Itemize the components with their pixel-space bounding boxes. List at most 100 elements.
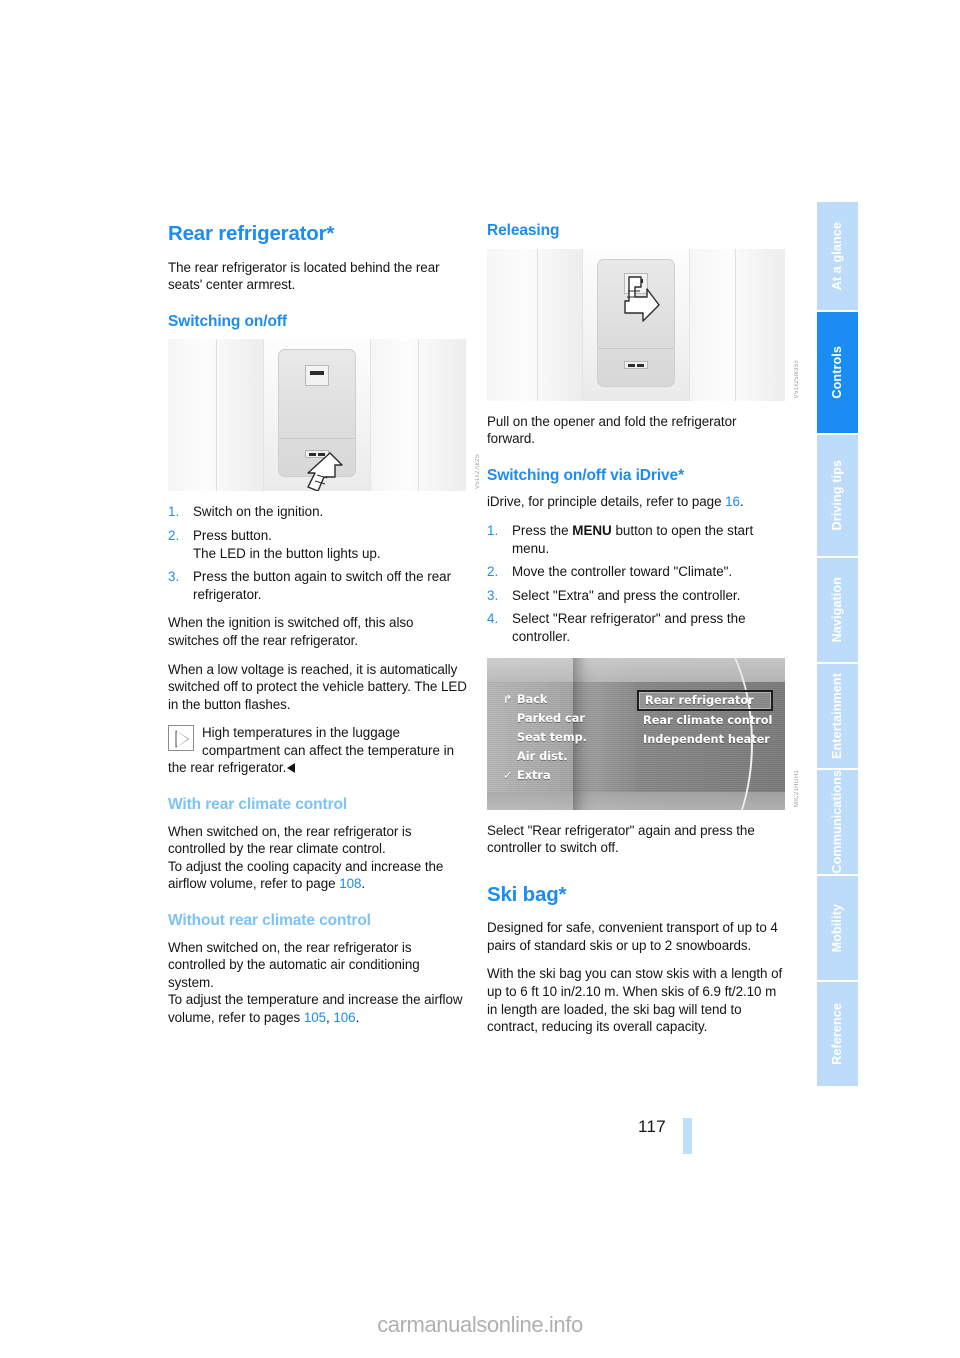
page-reference-105[interactable]: 105 [304,1010,326,1025]
text-fragment: iDrive, for principle details, refer to … [487,494,726,510]
page-reference-16[interactable]: 16 [725,494,740,509]
heading-without-rear-climate-control: Without rear climate control [168,912,371,930]
step-number: 3. [487,587,499,603]
step-number: 1. [168,504,180,520]
sidebar-item-navigation[interactable]: Navigation [817,558,858,662]
list-item: 2. Move the controller toward "Climate". [487,563,787,581]
downward-pull-arrow-icon [624,275,660,322]
menu-item-rear-refrigerator[interactable]: Rear refrigerator [637,689,773,711]
page-reference-106[interactable]: 106 [333,1010,355,1025]
thumb-label: Communications [830,770,844,874]
thumb-label: Reference [830,1003,844,1065]
upward-action-arrow-icon [307,452,343,492]
list-item: 4. Select "Rear refrigerator" and press t… [487,610,787,645]
menu-item-independent-heater[interactable]: Independent heater [639,730,779,749]
page-title: Rear refrigerator* [168,222,335,245]
menu-item-label: Extra [517,768,551,782]
seat-release-illustration [487,248,785,401]
menu-item-label: Parked car [517,711,585,725]
menu-item-label: Rear refrigerator [645,693,754,707]
step-number: 3. [168,569,180,585]
site-watermark: carmanualsonline.info [377,1312,583,1337]
note-end-marker [287,763,296,774]
idrive-bottom-bar [487,791,785,810]
figure-releasing: V51x25ik3Sx [487,248,800,401]
menu-item-label: Rear climate control [643,713,773,727]
figure-code: V51x25ik3Sx [794,360,800,399]
menu-item-label: Air dist. [517,749,568,763]
seat-seam [537,248,538,401]
idrive-right-menu: Rear refrigerator Rear climate control I… [637,689,779,749]
text-fragment: . [739,494,744,510]
opener-handle [624,360,648,369]
idrive-left-menu: ↱ Back Parked car Seat temp. Air dist. ✓ E… [501,690,631,785]
heading-releasing: Releasing [487,222,560,239]
sidebar-item-communications[interactable]: Communications [817,770,858,874]
menu-item-back[interactable]: ↱ Back [501,690,631,709]
seat-panel-illustration [168,339,466,492]
menu-item-extra[interactable]: ✓ Extra [501,766,631,785]
menu-item-air-dist[interactable]: Air dist. [501,747,631,766]
paragraph-with-climate-1: When switched on, the rear refrigerator … [168,823,412,857]
list-item: 1. Switch on the ignition. [168,504,324,520]
thumb-label: At a glance [830,221,844,291]
paragraph-without-climate-1: When switched on, the rear refrigerator … [168,939,420,990]
list-item: 1. Press the MENU button to open the star… [487,522,787,557]
menu-item-label: Seat temp. [517,730,587,744]
sidebar-item-driving-tips[interactable]: Driving tips [817,435,858,556]
paragraph-with-climate-2: To adjust the cooling capacity and incre… [168,858,468,893]
paragraph-ignition-off: When the ignition is switched off, this … [168,615,414,648]
figure-switch-panel: V51x27ik2S [168,339,481,492]
seat-seam [735,248,736,401]
page-reference-108[interactable]: 108 [339,876,361,891]
step-number: 2. [168,527,180,543]
paragraph-after-idrive: Select "Rear refrigerator" again and pre… [487,822,755,856]
left-text-column: Rear refrigerator* The rear refrigerator… [168,222,481,1038]
heading-switching-on-off: Switching on/off [168,312,287,330]
menu-item-rear-climate-control[interactable]: Rear climate control [639,711,779,730]
paragraph-without-climate-2: To adjust the temperature and increase t… [168,991,468,1026]
manual-page: Rear refrigerator* The rear refrigerator… [0,0,960,1358]
note-block: High temperatures in the luggage compart… [168,724,468,777]
panel-split-line [598,347,674,349]
sidebar-item-mobility[interactable]: Mobility [817,876,858,980]
step-text: Select "Rear refrigerator" and press the… [512,611,746,644]
thumb-label: Driving tips [830,460,844,531]
thumb-label: Controls [830,346,844,399]
step-text: Select "Extra" and press the controller. [512,587,741,603]
triangle-note-icon [168,725,194,752]
paragraph-ski-2: With the ski bag you can stow skis with … [487,966,783,1035]
paragraph-low-voltage: When a low voltage is reached, it is aut… [168,661,467,712]
list-item: 3. Select "Extra" and press the controlle… [487,587,787,605]
step-number: 4. [487,611,499,627]
sidebar-item-reference[interactable]: Reference [817,982,858,1086]
heading-ski-bag: Ski bag* [487,882,567,906]
intro-paragraph: The rear refrigerator is located behind … [168,259,440,293]
sidebar-item-controls[interactable]: Controls [817,312,858,433]
check-icon: ✓ [503,768,513,782]
idrive-steps-list: 1. Press the MENU button to open the star… [487,522,787,646]
handle-slot-left [628,363,635,367]
idrive-top-bar [487,657,785,682]
figure-code: MIC21HGH1 [794,770,800,808]
step-number: 1. [487,522,499,538]
heading-switching-via-idrive: Switching on/off via iDrive* [487,466,685,484]
seat-bolster-right [689,248,785,401]
paragraph-idrive-intro: iDrive, for principle details, refer to … [487,493,787,511]
paragraph-releasing: Pull on the opener and fold the refriger… [487,413,737,447]
menu-item-parked-car[interactable]: Parked car [501,709,631,728]
figure-code: V51x27ik2S [475,454,481,490]
thumb-label: Mobility [830,903,844,953]
seat-bolster-left [487,248,583,401]
menu-item-label: Back [517,692,548,706]
list-item: 3. Press the button again to switch off t… [168,569,452,602]
thumb-label: Entertainment [830,673,844,759]
sidebar-item-entertainment[interactable]: Entertainment [817,664,858,768]
note-text: High temperatures in the luggage compart… [168,724,468,777]
step-number: 2. [487,564,499,580]
menu-item-seat-temp[interactable]: Seat temp. [501,728,631,747]
menu-button-label: MENU [572,522,612,538]
figure-idrive-screen: ↱ Back Parked car Seat temp. Air dist. ✓ E… [487,657,800,810]
sidebar-item-at-a-glance[interactable]: At a glance [817,202,858,310]
text-fragment: . [361,876,366,892]
